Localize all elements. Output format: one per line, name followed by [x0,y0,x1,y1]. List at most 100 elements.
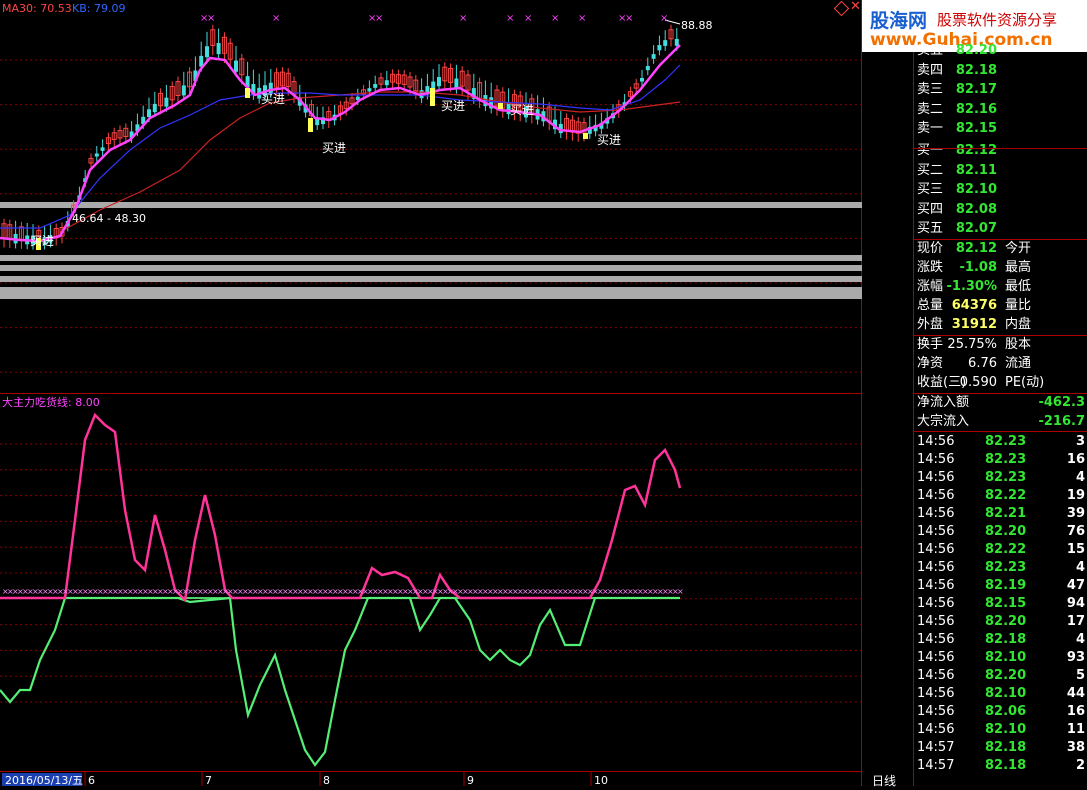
order-price: 82.16 [955,101,997,117]
tick-row: 14:56 82.20 5 [913,666,1087,685]
tick-price: 82.22 [985,488,1027,503]
fund-value: 25.75% [947,337,997,352]
order-book-row: 卖五 82.20 [913,41,1087,60]
tick-row: 14:56 82.21 39 [913,504,1087,523]
order-label: 卖二 [917,101,944,117]
signal-marker: × [207,13,215,24]
candle-body [94,153,99,157]
order-label: 买五 [917,221,944,237]
date-label: 2016/05/13/五 [5,774,83,786]
tick-time: 14:56 [917,434,955,449]
order-label: 卖一 [917,121,944,137]
tick-time: 14:56 [917,470,955,485]
panel-divider [913,431,1087,432]
tick-volume: 19 [1066,488,1085,503]
tick-price: 82.23 [985,560,1027,575]
order-book-row: 卖四 82.18 [913,61,1087,80]
tick-volume: 11 [1066,722,1085,737]
tick-volume: 76 [1066,524,1085,539]
tick-volume: 4 [1075,632,1085,647]
chart-area[interactable]: 买进 买进 买进 买进 买进 买进 46.64 - 48.30 88.88 × ×… [0,0,910,787]
osc-dot: × [677,587,684,596]
month-label: 6 [88,774,95,786]
order-label: 买三 [917,182,944,198]
candle-body [437,76,441,87]
kb-label: KB: 79.09 [72,2,125,15]
tick-price: 82.19 [985,578,1027,593]
fund-label-2: 流通 [1005,356,1032,371]
tick-time: 14:57 [917,758,955,773]
tick-volume: 93 [1066,650,1085,665]
tick-time: 14:56 [917,722,955,737]
tick-row: 14:56 82.20 76 [913,522,1087,541]
tick-row: 14:56 82.23 16 [913,450,1087,469]
order-book-row: 买一 82.12 [913,141,1087,160]
tick-time: 14:56 [917,560,955,575]
buy-label-3: 买进 [322,141,346,155]
tick-price: 82.18 [985,758,1027,773]
flow-value: -216.7 [1038,414,1085,429]
quote-row: 涨跌 -1.08 最高 [913,258,1087,277]
candle-body [373,84,378,88]
order-price: 82.11 [955,162,997,178]
quote-value: -1.30% [946,279,998,294]
tick-time: 14:56 [917,452,955,467]
tick-price: 82.18 [985,632,1027,647]
buy-label-1: 买进 [30,234,54,248]
tick-row: 14:57 82.18 38 [913,738,1087,757]
logo-slogan: 股票软件资源分享 [937,11,1058,29]
order-book-row: 卖一 82.15 [913,119,1087,138]
tick-volume: 44 [1066,686,1085,701]
tick-time: 14:56 [917,650,955,665]
order-book-row: 买四 82.08 [913,200,1087,219]
flow-value: -462.3 [1038,395,1085,410]
tick-row: 14:56 82.22 19 [913,486,1087,505]
order-price: 82.20 [955,43,997,58]
flow-row: 大宗流入 -216.7 [913,412,1087,431]
tick-row: 14:56 82.23 4 [913,468,1087,487]
fund-label: 收益(三) [917,375,967,390]
fundamental-row: 收益(三) 0.590 PE(动) [913,373,1087,392]
fundamental-row: 换手 25.75% 股本 [913,335,1087,354]
tick-volume: 39 [1066,506,1085,521]
period-label[interactable]: 日线 [872,772,896,789]
high-price-label: 88.88 [681,19,713,32]
order-price: 82.17 [955,82,997,98]
order-label: 卖五 [917,43,944,58]
tick-volume: 38 [1066,740,1085,755]
tick-volume: 3 [1075,434,1085,449]
candle-body [384,80,389,86]
signal-marker: × [375,13,383,24]
signal-marker: × [578,13,586,24]
flow-label: 净流入额 [917,395,970,410]
tick-price: 82.06 [985,704,1027,719]
order-price: 82.15 [955,121,997,137]
tick-volume: 17 [1066,614,1085,629]
tick-price: 82.20 [985,614,1027,629]
tick-price: 82.10 [985,686,1027,701]
close-icon[interactable]: ✕ [850,0,861,14]
tick-row: 14:56 82.19 47 [913,576,1087,595]
logo-brand: 股海网 [870,10,928,32]
candle-body [216,43,221,55]
tick-volume: 5 [1075,668,1085,683]
quote-label: 总量 [917,298,944,313]
panel-divider [913,239,1087,240]
panel-divider [913,148,1087,149]
quote-row: 现价 82.12 今开 [913,239,1087,258]
panel-divider [913,335,1087,336]
quote-label-2: 今开 [1005,241,1032,256]
tick-price: 82.21 [985,506,1027,521]
tick-price: 82.10 [985,722,1027,737]
tick-volume: 4 [1075,470,1085,485]
tick-price: 82.23 [985,452,1027,467]
range-label: 46.64 - 48.30 [72,212,146,225]
tick-volume: 94 [1066,596,1085,611]
ma-long-line [59,91,681,233]
tick-price: 82.10 [985,650,1027,665]
candle-body [645,66,650,71]
buy-label-5: 买进 [510,103,534,117]
quote-row: 涨幅 -1.30% 最低 [913,277,1087,296]
kline-chart[interactable]: 买进 买进 买进 买进 买进 买进 46.64 - 48.30 88.88 ××… [0,0,910,787]
signal-marker: × [459,13,467,24]
